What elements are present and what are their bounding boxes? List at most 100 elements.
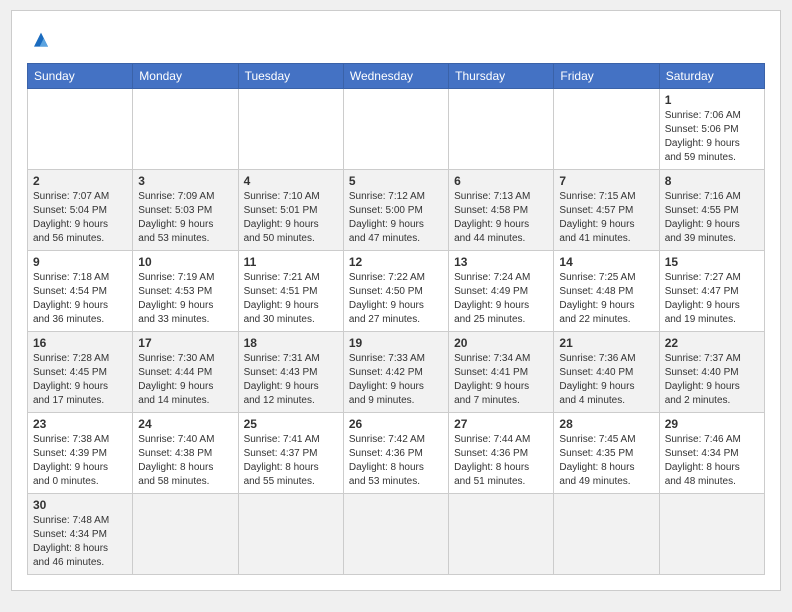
day-info: Sunrise: 7:33 AM Sunset: 4:42 PM Dayligh…: [349, 352, 443, 408]
day-number: 24: [138, 417, 232, 431]
day-number: 12: [349, 255, 443, 269]
calendar-cell: 12 Sunrise: 7:22 AM Sunset: 4:50 PM Dayli…: [343, 251, 448, 332]
day-number: 9: [33, 255, 127, 269]
calendar-cell: 5 Sunrise: 7:12 AM Sunset: 5:00 PM Daylig…: [343, 170, 448, 251]
calendar-cell: 25Sunrise: 7:41 AM Sunset: 4:37 PM Dayli…: [238, 413, 343, 494]
day-number: 5: [349, 174, 443, 188]
calendar-cell: 13 Sunrise: 7:24 AM Sunset: 4:49 PM Dayli…: [449, 251, 554, 332]
weekday-header-monday: Monday: [133, 64, 238, 89]
calendar-cell: 10 Sunrise: 7:19 AM Sunset: 4:53 PM Dayli…: [133, 251, 238, 332]
day-info: Sunrise: 7:48 AM Sunset: 4:34 PM Dayligh…: [33, 514, 127, 570]
day-info: Sunrise: 7:42 AM Sunset: 4:36 PM Dayligh…: [349, 433, 443, 489]
calendar-cell: 1Sunrise: 7:06 AM Sunset: 5:06 PM Daylig…: [659, 89, 764, 170]
day-info: Sunrise: 7:16 AM Sunset: 4:55 PM Dayligh…: [665, 190, 759, 246]
calendar-cell: 22Sunrise: 7:37 AM Sunset: 4:40 PM Dayli…: [659, 332, 764, 413]
day-number: 3: [138, 174, 232, 188]
calendar-cell: 23 Sunrise: 7:38 AM Sunset: 4:39 PM Dayli…: [28, 413, 133, 494]
day-info: Sunrise: 7:45 AM Sunset: 4:35 PM Dayligh…: [559, 433, 653, 489]
calendar-cell: 8 Sunrise: 7:16 AM Sunset: 4:55 PM Daylig…: [659, 170, 764, 251]
calendar-cell: 3 Sunrise: 7:09 AM Sunset: 5:03 PM Daylig…: [133, 170, 238, 251]
day-number: 13: [454, 255, 548, 269]
calendar-cell: 20 Sunrise: 7:34 AM Sunset: 4:41 PM Dayli…: [449, 332, 554, 413]
calendar-cell: 4Sunrise: 7:10 AM Sunset: 5:01 PM Daylig…: [238, 170, 343, 251]
calendar-cell: [238, 494, 343, 575]
day-number: 11: [244, 255, 338, 269]
calendar-week-5: 23 Sunrise: 7:38 AM Sunset: 4:39 PM Dayli…: [28, 413, 765, 494]
calendar-cell: 15Sunrise: 7:27 AM Sunset: 4:47 PM Dayli…: [659, 251, 764, 332]
calendar-cell: [28, 89, 133, 170]
day-number: 6: [454, 174, 548, 188]
day-number: 10: [138, 255, 232, 269]
calendar-cell: 7 Sunrise: 7:15 AM Sunset: 4:57 PM Daylig…: [554, 170, 659, 251]
weekday-header-sunday: Sunday: [28, 64, 133, 89]
day-info: Sunrise: 7:25 AM Sunset: 4:48 PM Dayligh…: [559, 271, 653, 327]
day-number: 4: [244, 174, 338, 188]
day-number: 26: [349, 417, 443, 431]
calendar-cell: [554, 494, 659, 575]
calendar-cell: 6 Sunrise: 7:13 AM Sunset: 4:58 PM Daylig…: [449, 170, 554, 251]
day-info: Sunrise: 7:34 AM Sunset: 4:41 PM Dayligh…: [454, 352, 548, 408]
calendar-cell: [659, 494, 764, 575]
calendar-cell: 17Sunrise: 7:30 AM Sunset: 4:44 PM Dayli…: [133, 332, 238, 413]
calendar-week-4: 16 Sunrise: 7:28 AM Sunset: 4:45 PM Dayli…: [28, 332, 765, 413]
calendar-cell: 29 Sunrise: 7:46 AM Sunset: 4:34 PM Dayli…: [659, 413, 764, 494]
day-info: Sunrise: 7:37 AM Sunset: 4:40 PM Dayligh…: [665, 352, 759, 408]
day-info: Sunrise: 7:09 AM Sunset: 5:03 PM Dayligh…: [138, 190, 232, 246]
day-info: Sunrise: 7:24 AM Sunset: 4:49 PM Dayligh…: [454, 271, 548, 327]
day-number: 14: [559, 255, 653, 269]
calendar-table: SundayMondayTuesdayWednesdayThursdayFrid…: [27, 63, 765, 575]
day-info: Sunrise: 7:40 AM Sunset: 4:38 PM Dayligh…: [138, 433, 232, 489]
calendar-cell: [343, 494, 448, 575]
weekday-header-saturday: Saturday: [659, 64, 764, 89]
day-number: 8: [665, 174, 759, 188]
day-info: Sunrise: 7:41 AM Sunset: 4:37 PM Dayligh…: [244, 433, 338, 489]
header: [27, 21, 765, 55]
day-info: Sunrise: 7:21 AM Sunset: 4:51 PM Dayligh…: [244, 271, 338, 327]
day-info: Sunrise: 7:22 AM Sunset: 4:50 PM Dayligh…: [349, 271, 443, 327]
day-number: 18: [244, 336, 338, 350]
day-info: Sunrise: 7:15 AM Sunset: 4:57 PM Dayligh…: [559, 190, 653, 246]
calendar-cell: 9 Sunrise: 7:18 AM Sunset: 4:54 PM Daylig…: [28, 251, 133, 332]
day-info: Sunrise: 7:44 AM Sunset: 4:36 PM Dayligh…: [454, 433, 548, 489]
calendar-cell: 16 Sunrise: 7:28 AM Sunset: 4:45 PM Dayli…: [28, 332, 133, 413]
day-info: Sunrise: 7:31 AM Sunset: 4:43 PM Dayligh…: [244, 352, 338, 408]
calendar-cell: 2 Sunrise: 7:07 AM Sunset: 5:04 PM Daylig…: [28, 170, 133, 251]
calendar-week-2: 2 Sunrise: 7:07 AM Sunset: 5:04 PM Daylig…: [28, 170, 765, 251]
day-info: Sunrise: 7:28 AM Sunset: 4:45 PM Dayligh…: [33, 352, 127, 408]
calendar-cell: [133, 89, 238, 170]
day-info: Sunrise: 7:19 AM Sunset: 4:53 PM Dayligh…: [138, 271, 232, 327]
day-number: 23: [33, 417, 127, 431]
day-info: Sunrise: 7:07 AM Sunset: 5:04 PM Dayligh…: [33, 190, 127, 246]
calendar-cell: [449, 494, 554, 575]
calendar-cell: [238, 89, 343, 170]
day-number: 2: [33, 174, 127, 188]
day-number: 20: [454, 336, 548, 350]
day-number: 29: [665, 417, 759, 431]
calendar-cell: [554, 89, 659, 170]
calendar-cell: 26 Sunrise: 7:42 AM Sunset: 4:36 PM Dayli…: [343, 413, 448, 494]
day-number: 28: [559, 417, 653, 431]
calendar-cell: 14 Sunrise: 7:25 AM Sunset: 4:48 PM Dayli…: [554, 251, 659, 332]
logo: [27, 27, 59, 55]
calendar-cell: 18 Sunrise: 7:31 AM Sunset: 4:43 PM Dayli…: [238, 332, 343, 413]
generalblue-logo-icon: [27, 27, 55, 55]
calendar-cell: 19Sunrise: 7:33 AM Sunset: 4:42 PM Dayli…: [343, 332, 448, 413]
day-number: 1: [665, 93, 759, 107]
day-number: 16: [33, 336, 127, 350]
day-info: Sunrise: 7:13 AM Sunset: 4:58 PM Dayligh…: [454, 190, 548, 246]
calendar-cell: 11 Sunrise: 7:21 AM Sunset: 4:51 PM Dayli…: [238, 251, 343, 332]
calendar-container: SundayMondayTuesdayWednesdayThursdayFrid…: [11, 10, 781, 591]
day-number: 27: [454, 417, 548, 431]
day-info: Sunrise: 7:46 AM Sunset: 4:34 PM Dayligh…: [665, 433, 759, 489]
day-number: 17: [138, 336, 232, 350]
calendar-week-3: 9 Sunrise: 7:18 AM Sunset: 4:54 PM Daylig…: [28, 251, 765, 332]
weekday-header-thursday: Thursday: [449, 64, 554, 89]
day-number: 7: [559, 174, 653, 188]
day-info: Sunrise: 7:38 AM Sunset: 4:39 PM Dayligh…: [33, 433, 127, 489]
day-info: Sunrise: 7:18 AM Sunset: 4:54 PM Dayligh…: [33, 271, 127, 327]
calendar-cell: [133, 494, 238, 575]
calendar-cell: [343, 89, 448, 170]
weekday-header-row: SundayMondayTuesdayWednesdayThursdayFrid…: [28, 64, 765, 89]
day-info: Sunrise: 7:12 AM Sunset: 5:00 PM Dayligh…: [349, 190, 443, 246]
calendar-cell: 21Sunrise: 7:36 AM Sunset: 4:40 PM Dayli…: [554, 332, 659, 413]
